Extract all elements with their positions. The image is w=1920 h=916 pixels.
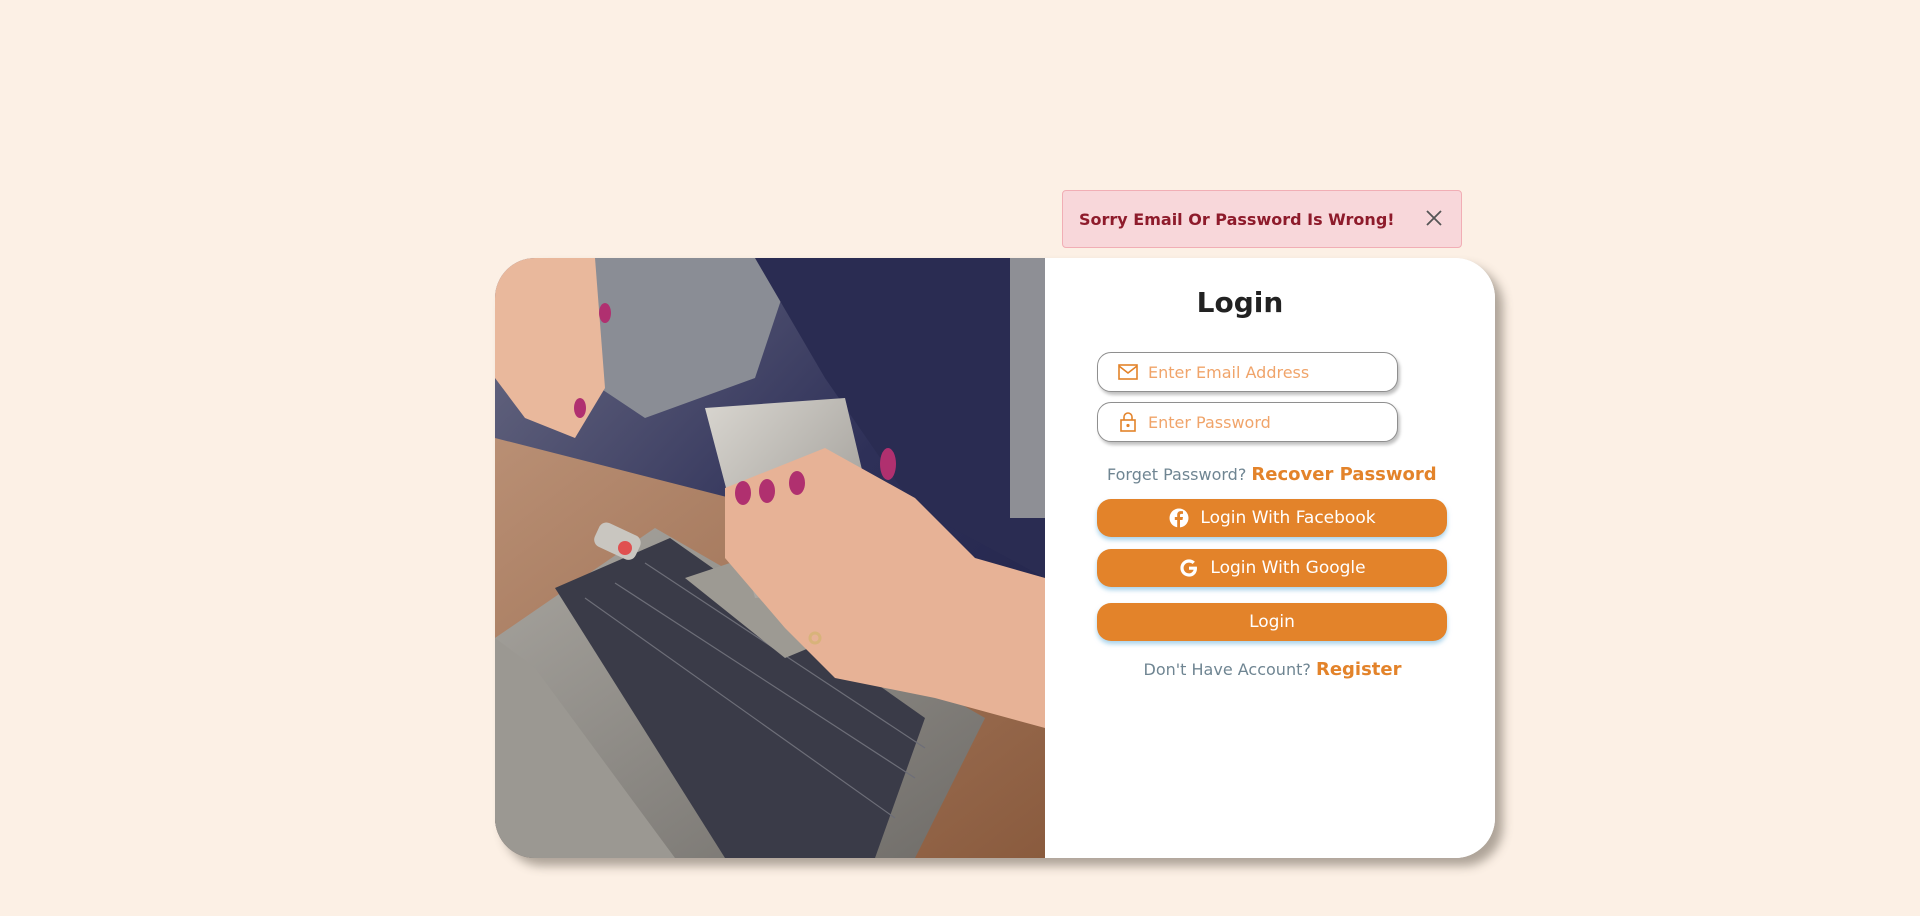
recover-password-link[interactable]: Recover Password (1251, 464, 1436, 485)
login-photo (495, 258, 1045, 858)
password-field-wrapper[interactable] (1097, 402, 1398, 442)
error-alert: Sorry Email Or Password Is Wrong! (1062, 190, 1462, 248)
email-input[interactable] (1148, 362, 1388, 382)
google-icon (1178, 557, 1200, 579)
password-input[interactable] (1148, 412, 1388, 432)
login-card: Login Forget Password? Reco (495, 258, 1495, 858)
login-facebook-button[interactable]: Login With Facebook (1097, 499, 1447, 537)
email-field-wrapper[interactable] (1097, 352, 1398, 392)
envelope-icon (1118, 362, 1138, 382)
login-google-label: Login With Google (1210, 558, 1366, 578)
alert-message: Sorry Email Or Password Is Wrong! (1079, 209, 1395, 229)
login-facebook-label: Login With Facebook (1200, 508, 1376, 528)
close-icon (1425, 209, 1443, 230)
forgot-password-row: Forget Password? Recover Password (1107, 464, 1437, 485)
login-google-button[interactable]: Login With Google (1097, 549, 1447, 587)
forgot-password-text: Forget Password? (1107, 465, 1247, 484)
register-prompt-text: Don't Have Account? (1143, 660, 1311, 679)
login-button[interactable]: Login (1097, 603, 1447, 641)
page-title: Login (1196, 286, 1284, 319)
login-form: Login Forget Password? Reco (1045, 258, 1495, 858)
register-row: Don't Have Account? Register (1045, 659, 1495, 680)
lock-icon (1118, 412, 1138, 432)
alert-close-button[interactable] (1423, 208, 1445, 230)
facebook-icon (1168, 507, 1190, 529)
register-link[interactable]: Register (1316, 659, 1402, 680)
